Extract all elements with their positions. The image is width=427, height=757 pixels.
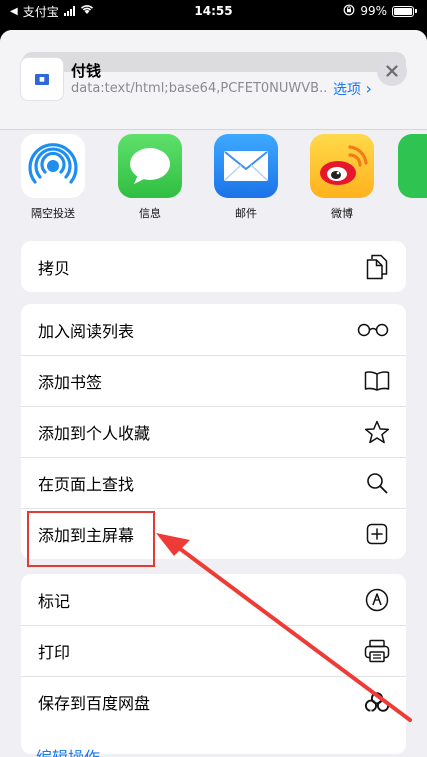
pointer-arrow: [156, 533, 412, 722]
watermark: Bai 经验: [305, 709, 378, 728]
